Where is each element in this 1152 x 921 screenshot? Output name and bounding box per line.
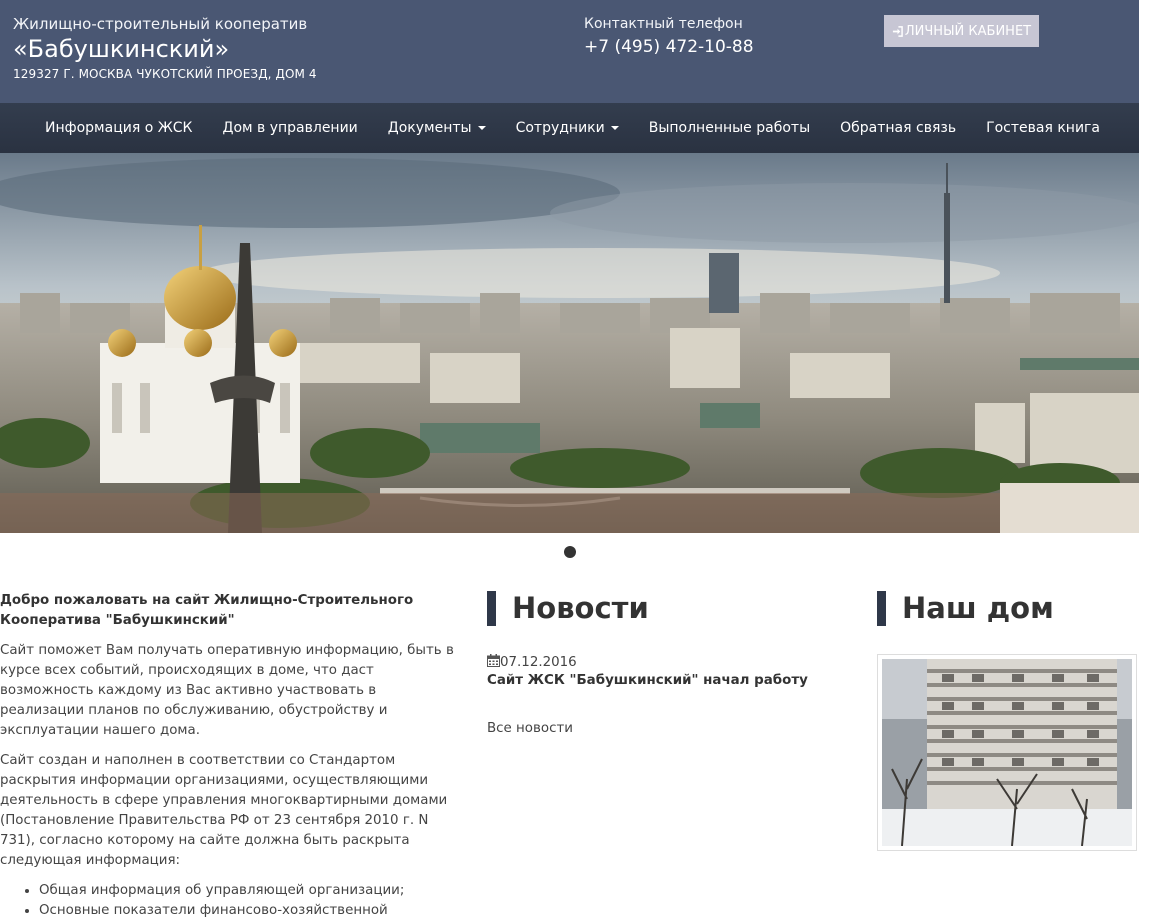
calendar-icon	[487, 654, 500, 671]
nav-label: Обратная связь	[840, 120, 957, 136]
nav-label: Выполненные работы	[648, 120, 811, 136]
nav-item-guestbook[interactable]: Гостевая книга	[971, 103, 1115, 153]
news-item-link[interactable]: Сайт ЖСК "Бабушкинский" начал работу	[487, 673, 827, 688]
welcome-paragraph: Сайт поможет Вам получать оперативную ин…	[0, 643, 454, 738]
main-content: Добро пожаловать на сайт Жилищно-Строите…	[0, 571, 1139, 918]
personal-cabinet-button[interactable]: ЛИЧНЫЙ КАБИНЕТ	[884, 15, 1039, 47]
nav-item-documents[interactable]: Документы	[373, 103, 501, 153]
contact-phone-label: Контактный телефон	[584, 16, 743, 32]
nav-label: Документы	[387, 120, 472, 136]
welcome-title: Добро пожаловать на сайт Жилищно-Строите…	[0, 593, 414, 628]
nav-label: Гостевая книга	[986, 120, 1100, 136]
welcome-section: Добро пожаловать на сайт Жилищно-Строите…	[0, 591, 456, 921]
our-house-section: Наш дом	[877, 591, 1139, 851]
site-header: Жилищно-строительный кооператив «Бабушки…	[0, 0, 1139, 103]
coop-type-label: Жилищно-строительный кооператив	[13, 15, 308, 33]
nav-label: Сотрудники	[515, 120, 605, 136]
list-item: Основные показатели финансово-хозяйствен…	[39, 901, 456, 921]
welcome-paragraph: Сайт создан и наполнен в соответствии со…	[0, 753, 448, 868]
coop-name[interactable]: «Бабушкинский»	[13, 35, 229, 63]
nav-item-staff[interactable]: Сотрудники	[501, 103, 634, 153]
news-date-text: 07.12.2016	[500, 655, 577, 670]
all-news-link[interactable]: Все новости	[487, 721, 827, 736]
nav-label: Информация о ЖСК	[45, 120, 193, 136]
our-house-heading: Наш дом	[877, 591, 1139, 626]
carousel-banner	[0, 153, 1139, 533]
coop-address: 129327 Г. МОСКВА ЧУКОТСКИЙ ПРОЕЗД, ДОМ 4	[13, 67, 317, 81]
nav-item-feedback[interactable]: Обратная связь	[825, 103, 971, 153]
main-navbar: Информация о ЖСК Дом в управлении Докуме…	[0, 103, 1139, 153]
carousel-indicator-active[interactable]	[563, 546, 576, 558]
caret-down-icon	[477, 126, 486, 130]
news-date: 07.12.2016	[487, 654, 827, 671]
page: Жилищно-строительный кооператив «Бабушки…	[0, 0, 1139, 918]
news-section: Новости 07.12.2016 Сайт ЖСК "Бабушкински…	[487, 591, 827, 736]
caret-down-icon	[610, 126, 619, 130]
house-photo[interactable]	[877, 654, 1137, 851]
news-heading: Новости	[487, 591, 827, 626]
nav-item-house[interactable]: Дом в управлении	[208, 103, 373, 153]
list-item: Общая информация об управляющей организа…	[39, 881, 456, 901]
disclosure-list: Общая информация об управляющей организа…	[0, 881, 456, 921]
nav-item-works[interactable]: Выполненные работы	[634, 103, 825, 153]
sign-in-icon	[892, 25, 903, 37]
personal-cabinet-label: ЛИЧНЫЙ КАБИНЕТ	[904, 23, 1032, 39]
moscow-panorama-image	[0, 153, 1139, 533]
carousel-indicators	[0, 533, 1139, 571]
nav-label: Дом в управлении	[222, 120, 358, 136]
contact-phone[interactable]: +7 (495) 472-10-88	[584, 37, 754, 57]
nav-item-info[interactable]: Информация о ЖСК	[30, 103, 208, 153]
building-image	[882, 659, 1132, 847]
